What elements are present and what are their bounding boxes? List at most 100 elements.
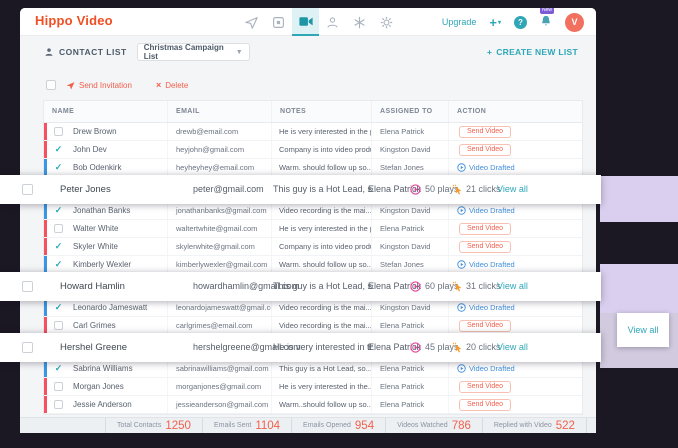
row-checkbox[interactable]: ✓ [54, 303, 63, 312]
row-checkbox[interactable] [54, 400, 63, 409]
video-drafted-status[interactable]: Video Drafted [457, 303, 515, 312]
row-checkbox[interactable]: ✓ [54, 260, 63, 269]
send-campaign-icon[interactable] [238, 8, 265, 36]
row-checkbox[interactable]: ✓ [54, 163, 63, 172]
help-button[interactable]: ? [514, 16, 527, 29]
row-checkbox[interactable] [54, 321, 63, 330]
email-cell: kimberlywexler@gmail.com [167, 256, 271, 273]
contact-list-label: CONTACT LIST [44, 47, 127, 57]
assigned-to: Elena Patrick [380, 382, 424, 391]
hippo-video-logo[interactable]: Hippo Video [35, 13, 113, 28]
status-color-bar [44, 123, 47, 140]
view-all-link[interactable]: View all [497, 175, 528, 204]
stat-value: 522 [556, 420, 575, 432]
row-checkbox[interactable] [22, 342, 33, 353]
clicks-stat: 21 clicks [452, 175, 501, 204]
upgrade-link[interactable]: Upgrade [442, 17, 477, 27]
status-color-bar [44, 378, 47, 395]
delete-label: Delete [165, 81, 188, 90]
integrations-icon[interactable] [346, 8, 373, 36]
contact-name: John Dev [73, 145, 107, 154]
table-row[interactable]: ✓ Sabrina Williams sabrinawilliams@gmail… [44, 360, 582, 378]
assigned-cell: Kingston David [371, 238, 448, 255]
action-cell: Send Video [448, 123, 582, 140]
create-new-list-button[interactable]: + CREATE NEW LIST [487, 47, 578, 57]
send-video-button[interactable]: Send Video [459, 126, 511, 138]
send-invitation-button[interactable]: Send Invitation [66, 81, 132, 90]
video-drafted-status[interactable]: Video Drafted [457, 260, 515, 269]
email-cell: jonathanbanks@gmail.com [167, 202, 271, 219]
table-row[interactable]: Walter White waltertwhite@gmail.com He i… [44, 220, 582, 238]
contact-email: heyjohn@gmail.com [176, 145, 244, 154]
table-row[interactable]: ✓ Leonardo Jameswatt leonardojameswatt@g… [44, 299, 582, 317]
stat-value: 954 [355, 420, 374, 432]
expanded-row-card[interactable]: Peter Jones peter@gmail.com This guy is … [0, 175, 601, 204]
expanded-row-card[interactable]: Howard Hamlin howardhamlin@gmail.com Thi… [0, 272, 601, 301]
action-cell: Send Video [448, 238, 582, 255]
status-color-bar [44, 396, 47, 413]
send-video-button[interactable]: Send Video [459, 144, 511, 156]
footer-stat: Total Contacts 1250 [105, 418, 203, 433]
contact-list-text: CONTACT LIST [59, 47, 127, 57]
list-dropdown[interactable]: Christmas Campaign List ▼ [137, 43, 250, 61]
screen: Hippo Video [0, 0, 678, 448]
video-library-icon[interactable] [292, 8, 319, 36]
send-video-button[interactable]: Send Video [459, 381, 511, 393]
row-checkbox[interactable]: ✓ [54, 242, 63, 251]
action-cell: Send Video [448, 378, 582, 395]
video-drafted-status[interactable]: Video Drafted [457, 163, 515, 172]
table-row[interactable]: Drew Brown drewb@email.com He is very in… [44, 123, 582, 141]
contact-email: jonathanbanks@gmail.com [176, 206, 267, 215]
app-window: Hippo Video [20, 8, 596, 433]
send-video-button[interactable]: Send Video [459, 241, 511, 253]
assigned-cell: Elena Patrick [371, 317, 448, 334]
assigned-to: Elena Patrick [380, 321, 424, 330]
table-row[interactable]: ✓ John Dev heyjohn@gmail.com Company is … [44, 141, 582, 159]
row-checkbox[interactable] [54, 127, 63, 136]
status-color-bar [44, 256, 47, 273]
expanded-row-card[interactable]: Hershel Greene hershelgreene@gmail.com H… [0, 333, 601, 362]
table-row[interactable]: ✓ Skyler White skylerwhite@gmail.com Com… [44, 238, 582, 256]
row-checkbox[interactable] [54, 382, 63, 391]
assigned-to: Elena Patrick [380, 224, 424, 233]
contact-name: Peter Jones [60, 175, 111, 204]
row-checkbox[interactable]: ✓ [54, 145, 63, 154]
send-video-button[interactable]: Send Video [459, 399, 511, 411]
view-all-card[interactable]: View all [617, 313, 669, 347]
view-all-link[interactable]: View all [497, 333, 528, 362]
row-checkbox[interactable] [22, 281, 33, 292]
column-header-name: NAME [44, 101, 167, 122]
contacts-icon[interactable] [319, 8, 346, 36]
quick-create-button[interactable]: +▾ [489, 15, 501, 30]
row-checkbox[interactable] [22, 184, 33, 195]
create-new-list-label: CREATE NEW LIST [496, 47, 578, 57]
send-video-button[interactable]: Send Video [459, 320, 511, 332]
assigned-cell: Stefan Jones [371, 256, 448, 273]
select-all-checkbox[interactable] [46, 80, 56, 90]
delete-button[interactable]: × Delete [156, 80, 188, 90]
contact-notes: He is very interested in the prod... [273, 333, 373, 362]
row-checkbox[interactable] [54, 224, 63, 233]
screen-record-icon[interactable] [265, 8, 292, 36]
name-cell: Morgan Jones [44, 378, 167, 395]
notes-cell: Company is into video produ... [271, 141, 371, 158]
table-row[interactable]: Jessie Anderson jessieanderson@gmail.com… [44, 396, 582, 414]
row-checkbox[interactable]: ✓ [54, 206, 63, 215]
video-drafted-status[interactable]: Video Drafted [457, 206, 515, 215]
notes-cell: Warm. should follow up so... [271, 159, 371, 176]
user-avatar[interactable]: V [565, 13, 584, 32]
stats-footer: Total Contacts 1250 Emails Sent 1104 Ema… [20, 417, 596, 433]
send-video-button[interactable]: Send Video [459, 223, 511, 235]
assigned-cell: Elena Patrick [371, 123, 448, 140]
video-drafted-status[interactable]: Video Drafted [457, 364, 515, 373]
settings-gear-icon[interactable] [373, 8, 400, 36]
notifications-bell[interactable]: New [540, 15, 552, 33]
contact-email: heyheyhey@email.com [176, 163, 254, 172]
view-all-link[interactable]: View all [497, 272, 528, 301]
row-checkbox[interactable]: ✓ [54, 364, 63, 373]
stat-value: 1104 [255, 420, 280, 432]
contact-notes: Warm..should follow up so... [279, 400, 371, 409]
footer-stat: Replied with Video 522 [483, 418, 587, 433]
table-row[interactable]: Morgan Jones morganjones@gmail.com He is… [44, 378, 582, 396]
table-row[interactable]: ✓ Jonathan Banks jonathanbanks@gmail.com… [44, 202, 582, 220]
